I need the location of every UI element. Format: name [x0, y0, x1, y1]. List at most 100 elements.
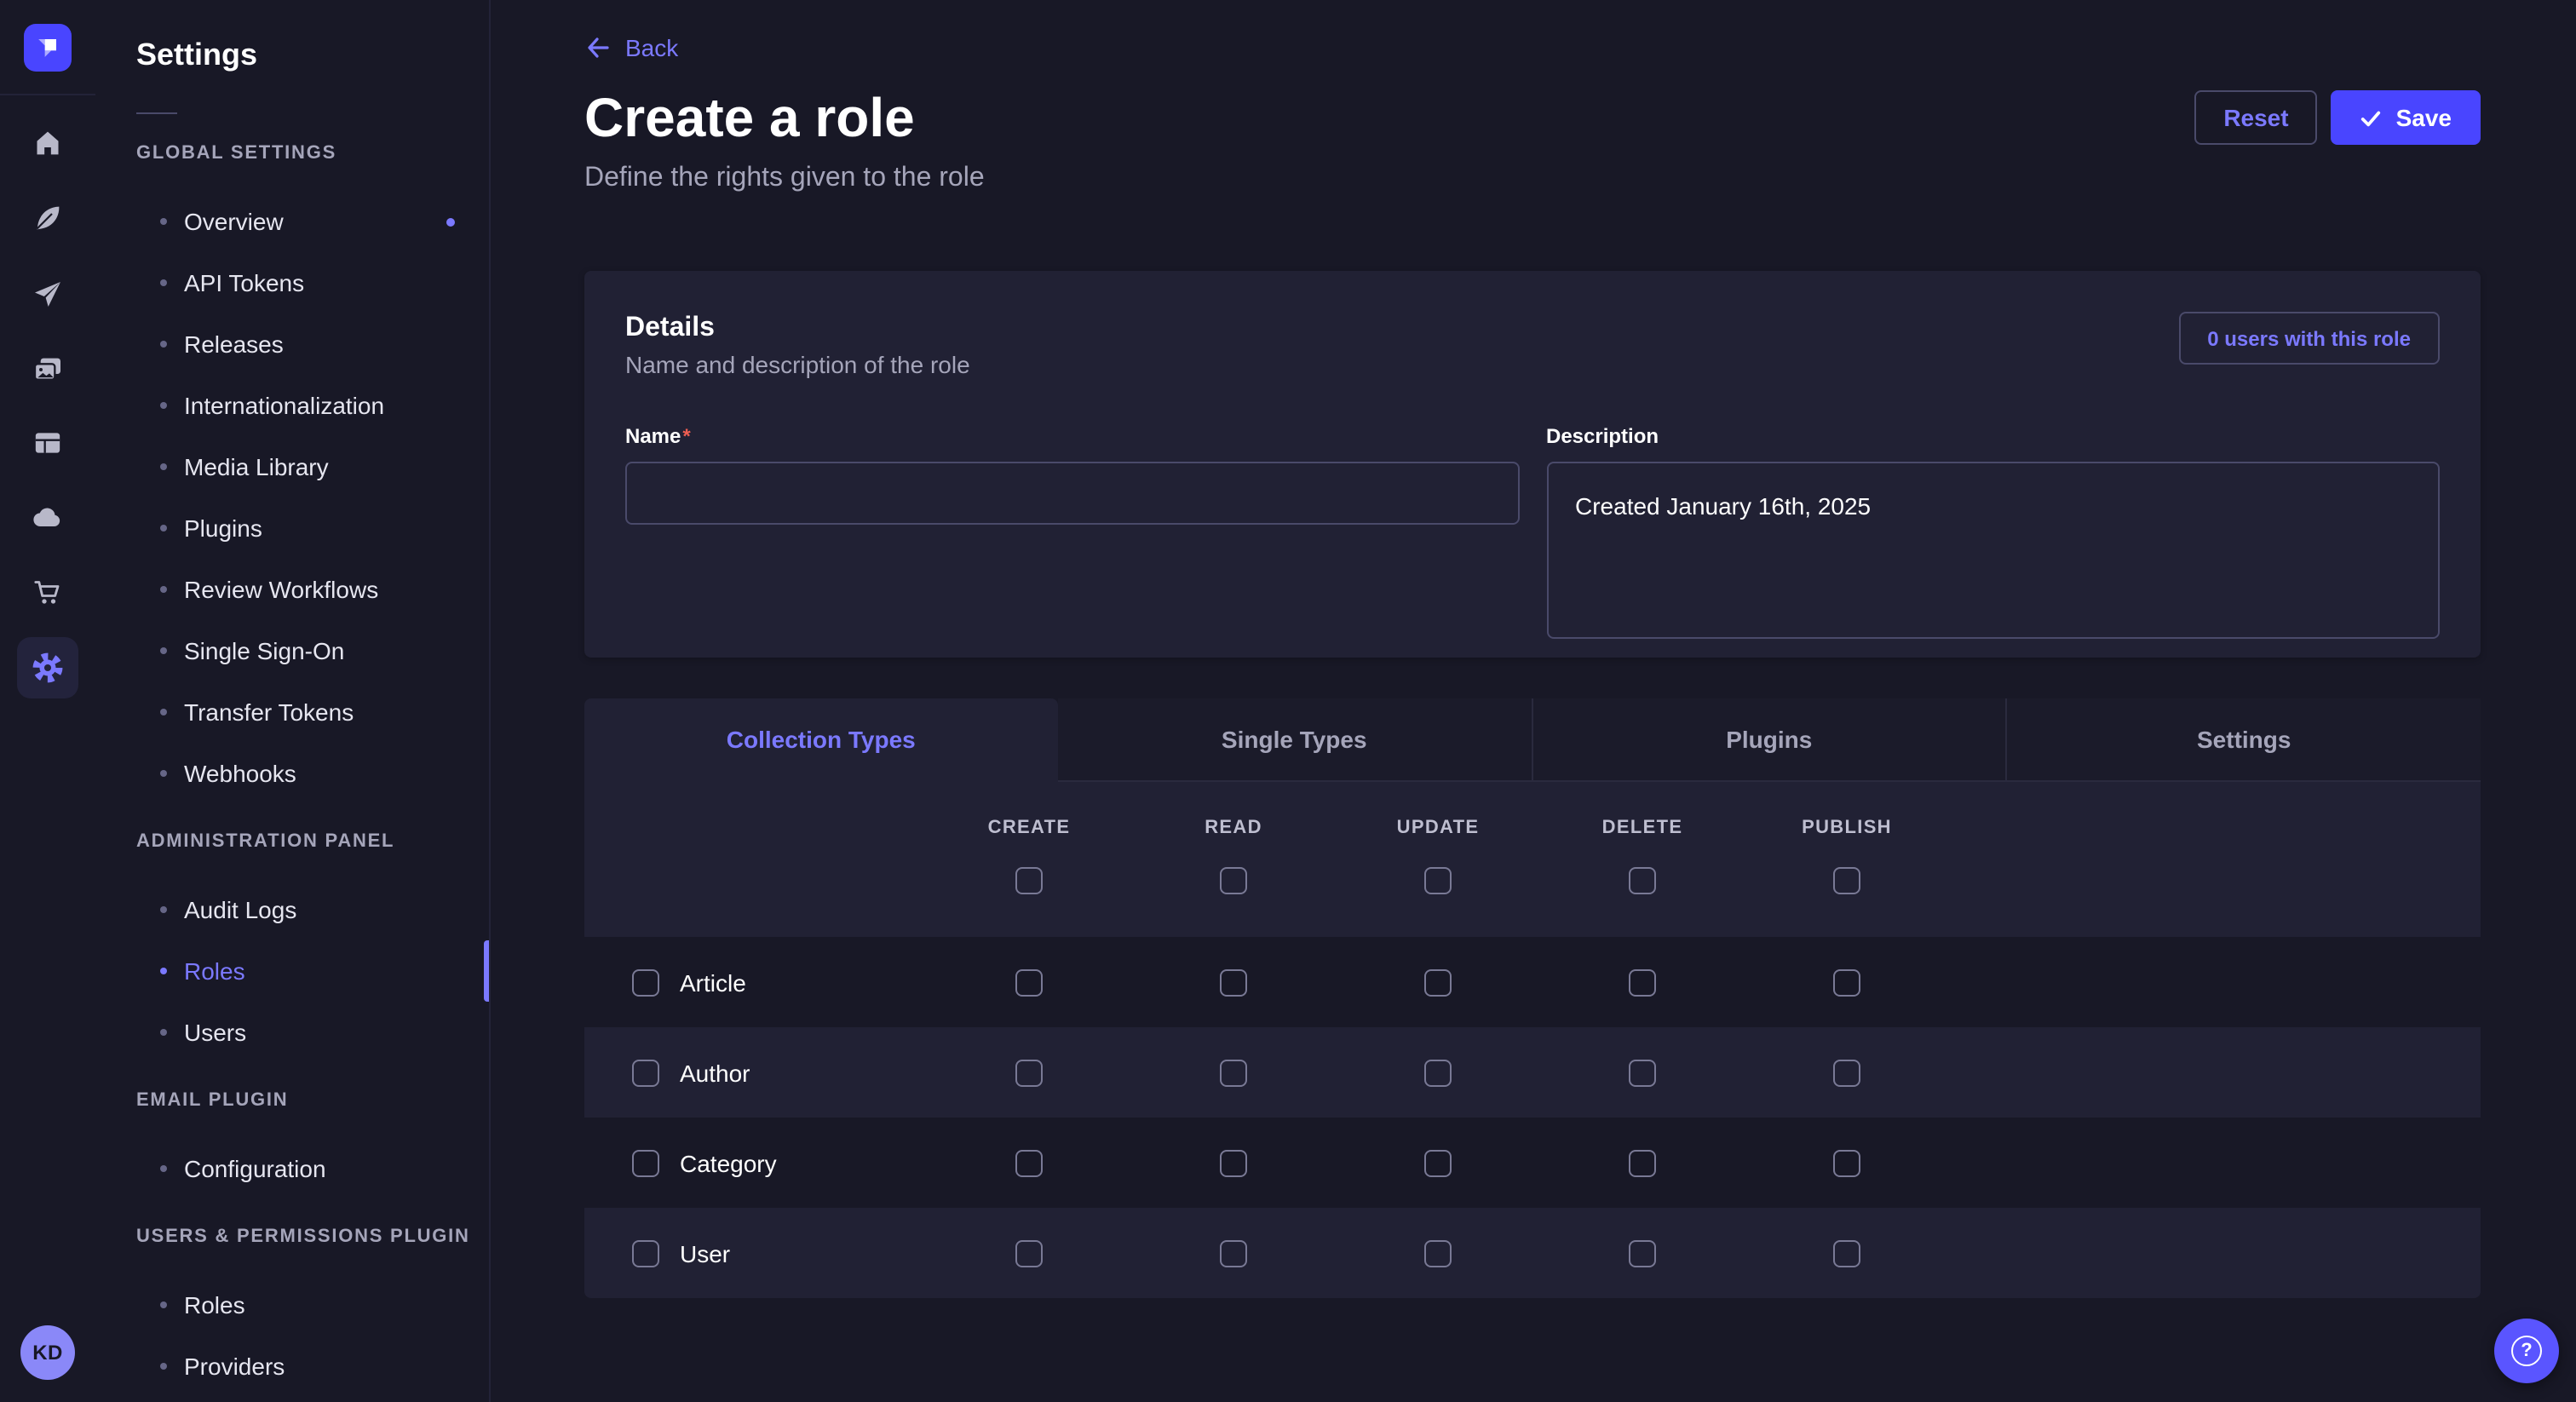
sidebar-item-api-tokens[interactable]: API Tokens [95, 252, 489, 313]
table-row-author: Author [584, 1027, 2481, 1118]
perm-checkbox-category-update[interactable] [1424, 1149, 1452, 1176]
details-title: Details [625, 312, 970, 346]
users-with-role-button[interactable]: 0 users with this role [2178, 312, 2440, 365]
tab-plugins[interactable]: Plugins [1531, 698, 2006, 782]
perm-checkbox-all-publish[interactable] [1833, 867, 1860, 894]
perm-checkbox-user-delete[interactable] [1629, 1239, 1656, 1267]
perm-checkbox-author-create[interactable] [1015, 1059, 1043, 1086]
row-user-main: User [584, 1239, 927, 1267]
strapi-logo-glyph [31, 31, 65, 65]
strapi-admin-app: KD Settings GLOBAL SETTINGS Overview API… [0, 0, 2576, 1402]
perm-checkbox-author-read[interactable] [1220, 1059, 1247, 1086]
sidebar-item-overview[interactable]: Overview [95, 191, 489, 252]
sidebar-item-releases[interactable]: Releases [95, 313, 489, 375]
sidebar-item-review-workflows[interactable]: Review Workflows [95, 559, 489, 620]
sidebar-item-media-library[interactable]: Media Library [95, 436, 489, 497]
perm-checkbox-article-publish[interactable] [1833, 968, 1860, 996]
bullet-icon [160, 770, 167, 777]
row-checkbox-article[interactable] [632, 968, 659, 996]
tab-collection-types[interactable]: Collection Types [584, 698, 1058, 782]
perm-checkbox-author-publish[interactable] [1833, 1059, 1860, 1086]
perm-checkbox-category-read[interactable] [1220, 1149, 1247, 1176]
sidebar-item-internationalization[interactable]: Internationalization [95, 375, 489, 436]
tab-settings[interactable]: Settings [2006, 698, 2481, 782]
perm-checkbox-article-create[interactable] [1015, 968, 1043, 996]
sidebar-item-providers[interactable]: Providers [95, 1336, 489, 1397]
perm-checkbox-all-update[interactable] [1424, 867, 1452, 894]
email-plugin-list: Configuration [95, 1138, 489, 1199]
perm-checkbox-user-update[interactable] [1424, 1239, 1452, 1267]
details-card: Details Name and description of the role… [584, 271, 2481, 658]
subnav-title-rule [136, 112, 177, 114]
reset-button[interactable]: Reset [2194, 90, 2317, 145]
sidebar-item-single-sign-on[interactable]: Single Sign-On [95, 620, 489, 681]
sidebar-item-audit-logs[interactable]: Audit Logs [95, 879, 489, 940]
perm-checkbox-user-read[interactable] [1220, 1239, 1247, 1267]
page-subtitle: Define the rights given to the role [584, 162, 2481, 196]
help-button[interactable]: ? [2494, 1319, 2559, 1383]
sidebar-item-roles-up[interactable]: Roles [95, 1274, 489, 1336]
row-category-main: Category [584, 1149, 927, 1176]
cloud-icon[interactable] [31, 501, 65, 535]
sidebar-item-configuration[interactable]: Configuration [95, 1138, 489, 1199]
perm-checkbox-author-delete[interactable] [1629, 1059, 1656, 1086]
bullet-icon [160, 463, 167, 470]
sidebar-item-transfer-tokens[interactable]: Transfer Tokens [95, 681, 489, 743]
section-heading-global-settings: GLOBAL SETTINGS [136, 143, 489, 165]
perm-checkbox-user-create[interactable] [1015, 1239, 1043, 1267]
table-row-category: Category [584, 1118, 2481, 1208]
back-link[interactable]: Back [584, 34, 678, 61]
perm-checkbox-all-delete[interactable] [1629, 867, 1656, 894]
media-library-icon[interactable] [31, 353, 65, 387]
section-heading-administration-panel: ADMINISTRATION PANEL [136, 831, 489, 853]
perm-checkbox-user-publish[interactable] [1833, 1239, 1860, 1267]
perm-checkbox-category-publish[interactable] [1833, 1149, 1860, 1176]
bullet-icon [160, 279, 167, 286]
description-label: Description [1546, 424, 1659, 448]
content-manager-icon[interactable] [31, 201, 65, 235]
save-button[interactable]: Save [2332, 90, 2481, 145]
page-title: Create a role [584, 83, 915, 152]
home-icon[interactable] [31, 126, 65, 160]
settings-icon-active[interactable] [17, 637, 78, 698]
perm-checkbox-article-update[interactable] [1424, 968, 1452, 996]
perm-checkbox-category-delete[interactable] [1629, 1149, 1656, 1176]
marketplace-cart-icon[interactable] [31, 576, 65, 610]
bullet-icon [160, 1029, 167, 1036]
column-update: UPDATE [1336, 782, 1540, 894]
bullet-icon [160, 1301, 167, 1308]
sidebar-item-users[interactable]: Users [95, 1002, 489, 1063]
permissions-panel: CREATE READ UPDATE DELETE [584, 782, 2481, 1298]
description-field-group: Description Created January 16th, 2025 [1546, 421, 2440, 647]
releases-paper-plane-icon[interactable] [31, 278, 65, 312]
sidebar-item-webhooks[interactable]: Webhooks [95, 743, 489, 804]
row-checkbox-user[interactable] [632, 1239, 659, 1267]
strapi-logo[interactable] [24, 24, 72, 72]
name-input[interactable] [625, 462, 1519, 525]
sidebar-item-plugins[interactable]: Plugins [95, 497, 489, 559]
row-author-main: Author [584, 1059, 927, 1086]
permissions-tabs: Collection Types Single Types Plugins Se… [584, 698, 2481, 782]
rail-divider [0, 94, 95, 95]
main-nav-rail: KD [0, 0, 97, 1402]
bullet-icon [160, 525, 167, 531]
row-checkbox-author[interactable] [632, 1059, 659, 1086]
sidebar-item-roles-admin[interactable]: Roles [95, 940, 489, 1002]
bullet-icon [160, 968, 167, 974]
column-publish: PUBLISH [1745, 782, 1949, 894]
perm-checkbox-article-delete[interactable] [1629, 968, 1656, 996]
description-textarea[interactable]: Created January 16th, 2025 [1546, 462, 2440, 639]
user-avatar[interactable]: KD [20, 1325, 75, 1380]
content-type-builder-icon[interactable] [31, 426, 65, 460]
perm-checkbox-all-read[interactable] [1220, 867, 1247, 894]
perm-checkbox-all-create[interactable] [1015, 867, 1043, 894]
bullet-icon [160, 709, 167, 715]
perm-checkbox-category-create[interactable] [1015, 1149, 1043, 1176]
perm-checkbox-author-update[interactable] [1424, 1059, 1452, 1086]
perm-checkbox-article-read[interactable] [1220, 968, 1247, 996]
row-checkbox-category[interactable] [632, 1149, 659, 1176]
tab-single-types[interactable]: Single Types [1058, 698, 1532, 782]
global-settings-list: Overview API Tokens Releases Internation… [95, 191, 489, 804]
subnav-sections: GLOBAL SETTINGS Overview API Tokens Rele… [95, 143, 489, 1397]
details-card-titles: Details Name and description of the role [625, 312, 970, 380]
